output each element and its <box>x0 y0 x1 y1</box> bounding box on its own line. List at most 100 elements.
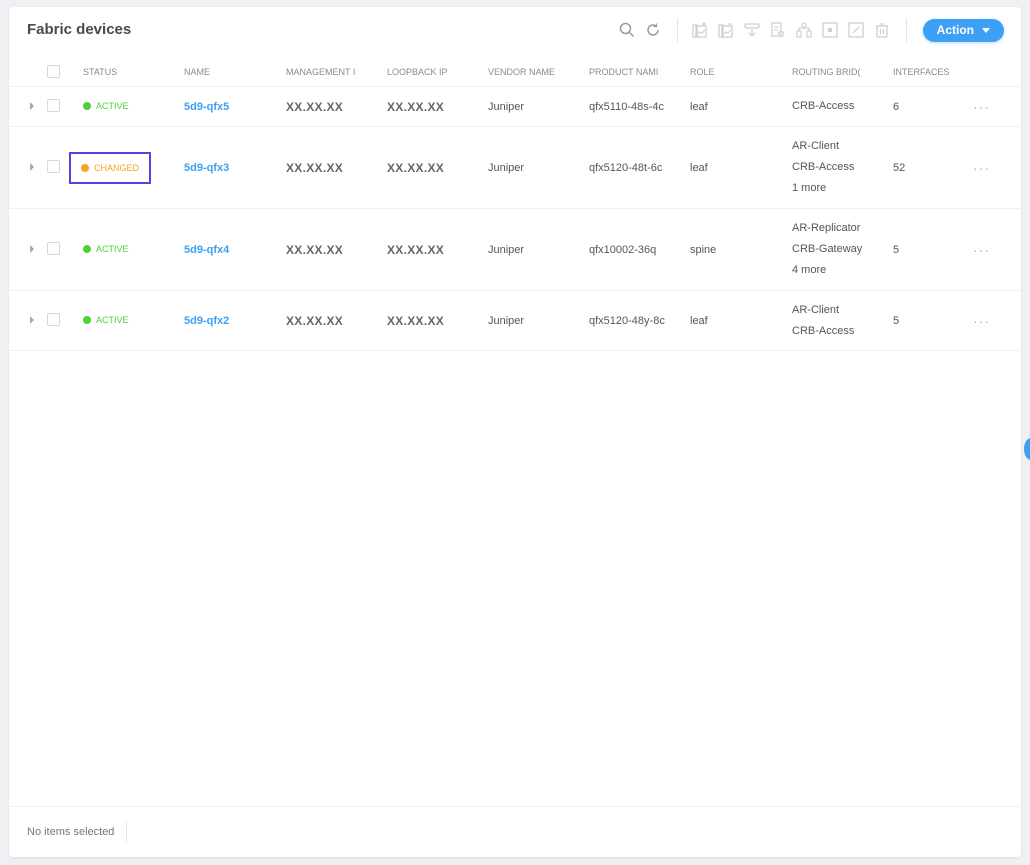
maximize-icon[interactable] <box>818 18 842 42</box>
page-title: Fabric devices <box>27 21 131 38</box>
role: spine <box>690 209 792 291</box>
role: leaf <box>690 291 792 351</box>
row-more-icon[interactable]: ··· <box>973 99 990 115</box>
page-scrollbar[interactable] <box>1022 0 1030 865</box>
status-label: ACTIVE <box>96 244 129 254</box>
routing-bridging-cell: AR-ClientCRB-Access <box>792 291 893 351</box>
column-header-routing-bridging[interactable]: ROUTING BRID( <box>792 58 893 87</box>
routing-bridging-role: AR-Client <box>792 300 893 321</box>
row-more-icon[interactable]: ··· <box>973 242 990 258</box>
interfaces-count: 52 <box>893 127 973 209</box>
column-header-product-name[interactable]: PRODUCT NAMI <box>589 58 690 87</box>
loopback-ip: XX.XX.XX <box>387 314 444 328</box>
topology-icon[interactable] <box>792 18 816 42</box>
footer-divider <box>126 821 127 843</box>
expand-row-icon[interactable] <box>30 102 34 110</box>
routing-bridging-role: CRB-Access <box>792 96 893 117</box>
row-checkbox[interactable] <box>47 242 60 255</box>
interfaces-count: 6 <box>893 87 973 127</box>
toolbar-divider <box>906 18 907 42</box>
vendor-name: Juniper <box>488 127 589 209</box>
vendor-name: Juniper <box>488 291 589 351</box>
routing-bridging-role: CRB-Access <box>792 157 893 178</box>
routing-bridging-cell: CRB-Access <box>792 87 893 127</box>
management-ip: XX.XX.XX <box>286 100 343 114</box>
status-label: ACTIVE <box>96 101 129 111</box>
column-header-role[interactable]: ROLE <box>690 58 792 87</box>
toolbar: Action <box>615 17 1021 43</box>
routing-bridging-role: CRB-Gateway <box>792 239 893 260</box>
routing-bridging-cell: AR-ReplicatorCRB-Gateway4 more <box>792 209 893 291</box>
status-dot-icon <box>83 316 91 324</box>
routing-bridging-role[interactable]: 1 more <box>792 178 893 199</box>
select-all-checkbox[interactable] <box>47 65 60 78</box>
status-label: ACTIVE <box>96 315 129 325</box>
remove-chart-icon[interactable] <box>714 18 738 42</box>
column-header-interfaces[interactable]: INTERFACES <box>893 58 973 87</box>
action-label: Action <box>937 23 974 37</box>
row-checkbox[interactable] <box>47 160 60 173</box>
routing-bridging-role: AR-Client <box>792 136 893 157</box>
column-header-status[interactable]: STATUS <box>83 58 184 87</box>
status-dot-icon <box>83 245 91 253</box>
device-name-link[interactable]: 5d9-qfx3 <box>184 162 229 174</box>
table-row[interactable]: CHANGED 5d9-qfx3 XX.XX.XX XX.XX.XX Junip… <box>9 127 1021 209</box>
row-more-icon[interactable]: ··· <box>973 313 990 329</box>
table-header: STATUS NAME MANAGEMENT I LOOPBACK IP VEN… <box>9 58 1021 87</box>
search-icon[interactable] <box>615 18 639 42</box>
management-ip: XX.XX.XX <box>286 161 343 175</box>
vendor-name: Juniper <box>488 209 589 291</box>
loopback-ip: XX.XX.XX <box>387 243 444 257</box>
caret-down-icon <box>982 28 990 33</box>
product-name: qfx5120-48t-6c <box>589 127 690 209</box>
devices-table: STATUS NAME MANAGEMENT I LOOPBACK IP VEN… <box>9 58 1021 351</box>
routing-bridging-cell: AR-ClientCRB-Access1 more <box>792 127 893 209</box>
trash-icon[interactable] <box>870 18 894 42</box>
device-name-link[interactable]: 5d9-qfx5 <box>184 101 229 113</box>
device-name-link[interactable]: 5d9-qfx2 <box>184 315 229 327</box>
status-badge: ACTIVE <box>83 315 129 325</box>
loopback-ip: XX.XX.XX <box>387 161 444 175</box>
routing-bridging-role[interactable]: 4 more <box>792 260 893 281</box>
expand-row-icon[interactable] <box>30 163 34 171</box>
row-checkbox[interactable] <box>47 99 60 112</box>
table-row[interactable]: ACTIVE 5d9-qfx2 XX.XX.XX XX.XX.XX Junipe… <box>9 291 1021 351</box>
role: leaf <box>690 127 792 209</box>
column-header-vendor-name[interactable]: VENDOR NAME <box>488 58 589 87</box>
status-label: CHANGED <box>94 163 139 173</box>
role: leaf <box>690 87 792 127</box>
routing-bridging-role: AR-Replicator <box>792 218 893 239</box>
fabric-devices-panel: Fabric devices <box>9 7 1021 857</box>
column-header-name[interactable]: NAME <box>184 58 286 87</box>
status-dot-icon <box>83 102 91 110</box>
product-name: qfx5120-48y-8c <box>589 291 690 351</box>
status-badge: ACTIVE <box>83 244 129 254</box>
expand-row-icon[interactable] <box>30 316 34 324</box>
device-name-link[interactable]: 5d9-qfx4 <box>184 244 229 256</box>
add-chart-icon[interactable] <box>688 18 712 42</box>
product-name: qfx10002-36q <box>589 209 690 291</box>
expand-row-icon[interactable] <box>30 245 34 253</box>
management-ip: XX.XX.XX <box>286 314 343 328</box>
table-row[interactable]: ACTIVE 5d9-qfx5 XX.XX.XX XX.XX.XX Junipe… <box>9 87 1021 127</box>
action-button[interactable]: Action <box>923 19 1004 42</box>
product-name: qfx5110-48s-4c <box>589 87 690 127</box>
column-header-management-ip[interactable]: MANAGEMENT I <box>286 58 387 87</box>
table-footer: No items selected <box>9 806 1021 857</box>
row-more-icon[interactable]: ··· <box>973 160 990 176</box>
status-badge: ACTIVE <box>83 101 129 111</box>
selection-status: No items selected <box>27 826 114 838</box>
management-ip: XX.XX.XX <box>286 243 343 257</box>
routing-bridging-role: CRB-Access <box>792 321 893 342</box>
edit-icon[interactable] <box>844 18 868 42</box>
refresh-icon[interactable] <box>641 18 665 42</box>
inspect-document-icon[interactable] <box>766 18 790 42</box>
row-checkbox[interactable] <box>47 313 60 326</box>
toolbar-divider <box>677 18 678 42</box>
table-row[interactable]: ACTIVE 5d9-qfx4 XX.XX.XX XX.XX.XX Junipe… <box>9 209 1021 291</box>
column-header-loopback-ip[interactable]: LOOPBACK IP <box>387 58 488 87</box>
loopback-ip: XX.XX.XX <box>387 100 444 114</box>
download-filter-icon[interactable] <box>740 18 764 42</box>
vendor-name: Juniper <box>488 87 589 127</box>
interfaces-count: 5 <box>893 291 973 351</box>
